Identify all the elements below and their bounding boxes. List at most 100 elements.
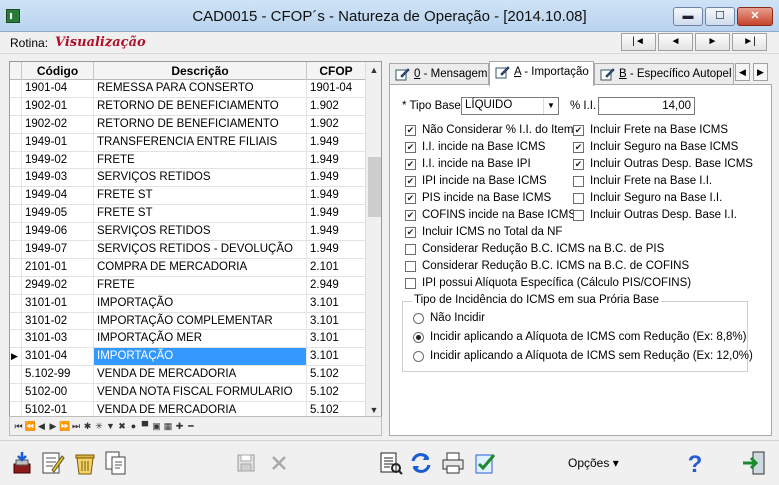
checkbox[interactable]	[405, 159, 416, 170]
save-layout-icon[interactable]: ▣	[151, 420, 162, 433]
insert-icon[interactable]: ✱	[82, 420, 93, 433]
cell-cfop[interactable]: 1.949	[307, 223, 365, 240]
cell-codigo[interactable]: 1949-04	[22, 187, 94, 205]
cfop-grid[interactable]: Código Descrição CFOP 1901-04 REMESSA PAR…	[9, 61, 382, 418]
last-icon[interactable]: ⏭	[71, 420, 82, 433]
table-row[interactable]: 1902-02 RETORNO DE BENEFICIAMENTO 1.902	[10, 115, 365, 134]
cell-descricao[interactable]: IMPORTAÇÃO COMPLEMENTAR	[94, 312, 307, 330]
cell-cfop[interactable]: 3.101	[307, 295, 365, 312]
table-row[interactable]: 1949-01 TRANSFERENCIA ENTRE FILIAIS 1.949	[10, 133, 365, 152]
close-button[interactable]: ✕	[737, 7, 773, 26]
table-row[interactable]: 5.102-99 VENDA DE MERCADORIA 5.102	[10, 366, 365, 385]
cell-codigo[interactable]: 1902-02	[22, 115, 94, 133]
first-icon[interactable]: ⏮	[13, 420, 24, 433]
checkbox-label[interactable]: Não Considerar % I.I. do Item	[422, 124, 573, 136]
first-record-button[interactable]: |◄	[621, 33, 656, 51]
scroll-thumb[interactable]	[368, 157, 381, 217]
checkbox[interactable]	[405, 278, 416, 289]
cell-descricao[interactable]: TRANSFERENCIA ENTRE FILIAIS	[94, 133, 307, 151]
next-page-icon[interactable]: ⏩	[59, 420, 70, 433]
add-icon[interactable]: ✚	[174, 420, 185, 433]
print-icon[interactable]	[440, 450, 466, 476]
cell-cfop[interactable]: 3.101	[307, 313, 365, 330]
cell-cfop[interactable]: 1.949	[307, 134, 365, 151]
prior-page-icon[interactable]: ⏪	[25, 420, 36, 433]
checkbox[interactable]	[405, 261, 416, 272]
checkbox-label[interactable]: I.I. incide na Base ICMS	[422, 141, 545, 153]
cell-codigo[interactable]: 1902-01	[22, 97, 94, 115]
cell-descricao[interactable]: SERVIÇOS RETIDOS	[94, 223, 307, 241]
radio-label[interactable]: Incidir aplicando a Alíquota de ICMS com…	[430, 331, 746, 343]
radio-button[interactable]	[413, 332, 424, 343]
cell-cfop[interactable]: 1.949	[307, 241, 365, 258]
table-row[interactable]: ▶ 3101-04 IMPORTAÇÃO 3.101	[10, 348, 365, 367]
ii-input[interactable]: 14,00	[598, 97, 695, 115]
checkbox[interactable]	[573, 125, 584, 136]
cell-codigo[interactable]: 1949-05	[22, 205, 94, 223]
cell-codigo[interactable]: 1901-04	[22, 80, 94, 97]
cell-codigo[interactable]: 1949-06	[22, 223, 94, 241]
table-row[interactable]: 3101-01 IMPORTAÇÃO 3.101	[10, 294, 365, 313]
checkbox[interactable]	[405, 210, 416, 221]
radio-button[interactable]	[413, 313, 424, 324]
tab-scroll-right-icon[interactable]: ▶	[753, 63, 768, 81]
tipo-base-select[interactable]: LÍQUIDO ▼	[461, 97, 559, 115]
cell-descricao[interactable]: VENDA NOTA FISCAL FORMULARIO	[94, 384, 307, 402]
table-row[interactable]: 3101-03 IMPORTAÇÃO MER 3.101	[10, 330, 365, 349]
edit-document-icon[interactable]	[40, 450, 66, 476]
delete-trash-icon[interactable]	[72, 450, 98, 476]
cell-codigo[interactable]: 1949-01	[22, 133, 94, 151]
cell-cfop[interactable]: 1.902	[307, 116, 365, 133]
checkbox-label[interactable]: PIS incide na Base ICMS	[422, 192, 551, 204]
cell-codigo[interactable]: 1949-03	[22, 169, 94, 187]
maximize-button[interactable]: ☐	[705, 7, 735, 26]
tab-importacao[interactable]: A - Importação	[489, 61, 594, 86]
table-row[interactable]: 1949-03 SERVIÇOS RETIDOS 1.949	[10, 169, 365, 188]
cell-descricao[interactable]: SERVIÇOS RETIDOS	[94, 169, 307, 187]
next-record-button[interactable]: ►	[695, 33, 730, 51]
cell-descricao[interactable]: IMPORTAÇÃO	[94, 294, 307, 312]
checkbox[interactable]	[405, 193, 416, 204]
table-row[interactable]: 1949-04 FRETE ST 1.949	[10, 187, 365, 206]
opcoes-menu[interactable]: Opções ▾	[568, 456, 619, 470]
cell-cfop[interactable]: 1901-04	[307, 80, 365, 97]
table-row[interactable]: 1902-01 RETORNO DE BENEFICIAMENTO 1.902	[10, 97, 365, 116]
checkbox[interactable]	[573, 193, 584, 204]
column-header-codigo[interactable]: Código	[22, 62, 94, 80]
exit-icon[interactable]	[741, 450, 767, 476]
cell-descricao[interactable]: FRETE	[94, 276, 307, 294]
minimize-button[interactable]: ▬	[673, 7, 703, 26]
cell-codigo[interactable]: 3101-04	[22, 348, 94, 366]
cell-cfop[interactable]: 2.101	[307, 259, 365, 276]
grid-vertical-scrollbar[interactable]: ▲ ▼	[365, 62, 381, 417]
cell-cfop[interactable]: 1.902	[307, 98, 365, 115]
tab-scroll-left-icon[interactable]: ◀	[735, 63, 750, 81]
cell-cfop[interactable]: 3.101	[307, 330, 365, 347]
new-record-icon[interactable]	[10, 450, 36, 476]
checkbox[interactable]	[405, 227, 416, 238]
checklist-icon[interactable]	[472, 450, 498, 476]
grid-icon[interactable]: ▦	[163, 420, 174, 433]
checkbox-label[interactable]: Incluir Frete na Base I.I.	[590, 175, 712, 187]
cell-codigo[interactable]: 1949-07	[22, 241, 94, 259]
cell-descricao[interactable]: FRETE ST	[94, 205, 307, 223]
table-row[interactable]: 2949-02 FRETE 2.949	[10, 276, 365, 295]
scroll-up-icon[interactable]: ▲	[366, 62, 381, 78]
cell-cfop[interactable]: 2.949	[307, 277, 365, 294]
tab-mensagem[interactable]: 0 - Mensagem	[389, 63, 489, 85]
cell-codigo[interactable]: 2101-01	[22, 258, 94, 276]
cell-cfop[interactable]: 5.102	[307, 384, 365, 401]
tab-especifico-autopel[interactable]: B - Específico Autopel	[594, 63, 734, 85]
table-row[interactable]: 1949-06 SERVIÇOS RETIDOS 1.949	[10, 223, 365, 242]
cell-descricao[interactable]: FRETE ST	[94, 187, 307, 205]
checkbox-label[interactable]: Incluir Outras Desp. Base ICMS	[590, 158, 753, 170]
previous-record-button[interactable]: ◄	[658, 33, 693, 51]
refresh-icon[interactable]: ●	[128, 420, 139, 433]
grid-config-icon[interactable]: ▀	[140, 420, 151, 433]
radio-button[interactable]	[413, 351, 424, 362]
checkbox-label[interactable]: I.I. incide na Base IPI	[422, 158, 531, 170]
cell-descricao[interactable]: FRETE	[94, 151, 307, 169]
cell-codigo[interactable]: 5.102-99	[22, 366, 94, 384]
checkbox-label[interactable]: Considerar Redução B.C. ICMS na B.C. de …	[422, 243, 664, 255]
checkbox[interactable]	[405, 244, 416, 255]
